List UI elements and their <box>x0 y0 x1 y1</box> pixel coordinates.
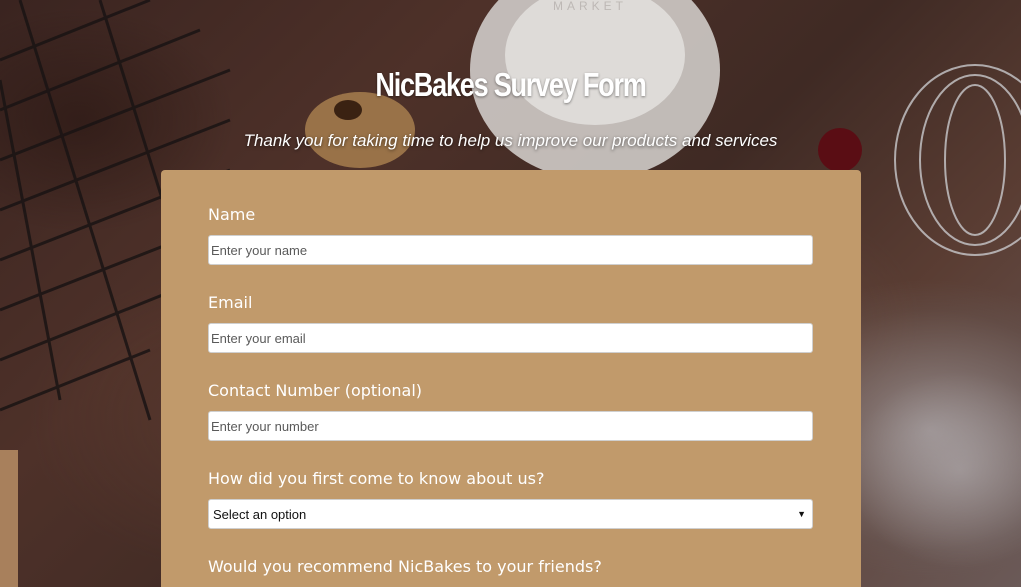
paper-bag <box>0 450 18 587</box>
name-input[interactable] <box>208 235 813 265</box>
page-subtitle: Thank you for taking time to help us imp… <box>243 131 778 150</box>
email-label: Email <box>208 293 253 312</box>
recommend-label: Would you recommend NicBakes to your fri… <box>208 557 602 576</box>
contact-number-input[interactable] <box>208 411 813 441</box>
contact-number-label: Contact Number (optional) <box>208 381 423 400</box>
source-select[interactable]: Select an option ▼ <box>208 499 813 529</box>
source-select-value: Select an option <box>213 506 307 522</box>
source-label: How did you first come to know about us? <box>208 469 545 488</box>
chevron-down-icon: ▼ <box>797 509 806 519</box>
jar-label: MARKET <box>553 0 627 13</box>
survey-form: Name Email Contact Number (optional) How… <box>161 170 861 587</box>
page-title: NicBakes Survey Form <box>375 66 646 103</box>
email-input[interactable] <box>208 323 813 353</box>
name-label: Name <box>208 205 256 224</box>
